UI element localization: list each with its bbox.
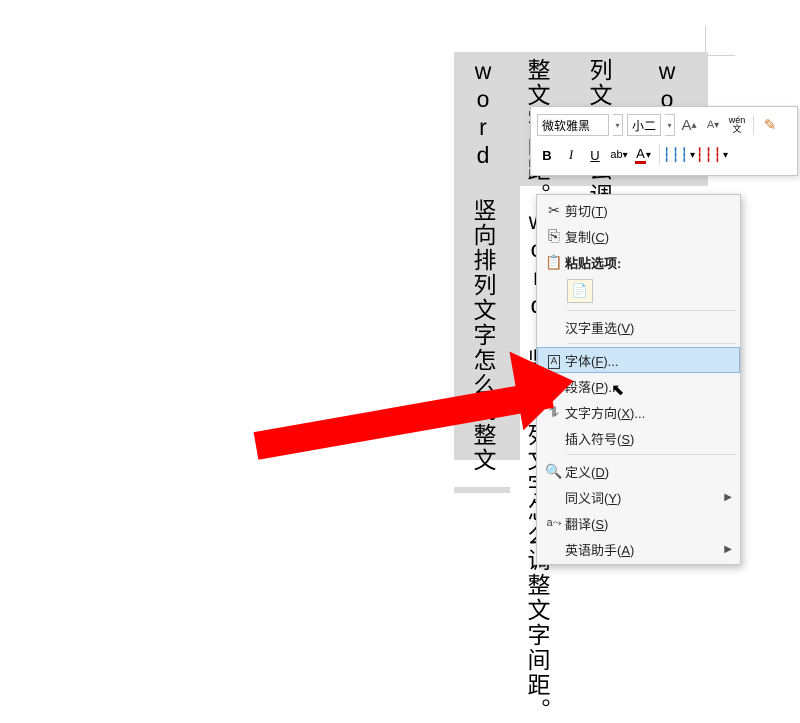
char-spacing-loose-button[interactable]: ┆┆┆ [666, 144, 686, 166]
ctx-cut[interactable]: 剪切(T) [537, 197, 740, 223]
font-size-combo[interactable]: 小二 [627, 114, 661, 136]
scissors-icon [543, 202, 565, 219]
ctx-english-assistant[interactable]: 英语助手(A) ▶ [537, 536, 740, 562]
separator [567, 454, 736, 455]
italic-button[interactable]: I [561, 144, 581, 166]
ctx-translate[interactable]: a⤳ 翻译(S) [537, 510, 740, 536]
submenu-arrow-icon: ▶ [724, 544, 732, 555]
ctx-insert-symbol[interactable]: 插入符号(S) [537, 425, 740, 451]
separator [659, 145, 660, 165]
ctx-copy[interactable]: 复制(C) [537, 223, 740, 249]
submenu-arrow-icon: ▶ [724, 492, 732, 503]
font-color-button[interactable]: A▾ [633, 144, 653, 166]
format-painter-button[interactable]: ✎ [760, 114, 780, 136]
ctx-synonym[interactable]: 同义词(Y) ▶ [537, 484, 740, 510]
separator [567, 310, 736, 311]
ctx-hanzi-reselect[interactable]: 汉字重选(V) [537, 314, 740, 340]
copy-icon [543, 228, 565, 245]
phonetic-guide-button[interactable]: wén 文 [727, 114, 747, 136]
separator [567, 343, 736, 344]
highlight-button[interactable]: ab▾ [609, 144, 629, 166]
clipboard-icon: 📋 [543, 254, 565, 271]
bold-button[interactable]: B [537, 144, 557, 166]
ctx-define[interactable]: 🔍 定义(D) [537, 458, 740, 484]
font-name-dropdown-icon[interactable]: ▾ [613, 114, 623, 136]
separator [753, 115, 754, 135]
grow-font-button[interactable]: A▴ [679, 114, 699, 136]
underline-button[interactable]: U [585, 144, 605, 166]
paste-keep-source-button[interactable]: 📄 [567, 279, 593, 303]
selection-block [454, 487, 510, 493]
magnifier-icon: 🔍 [543, 463, 565, 480]
mini-format-toolbar: 微软雅黑 ▾ 小二 ▾ A▴ A▾ wén 文 ✎ B I U ab▾ A▾ ┆… [530, 106, 798, 176]
font-name-combo[interactable]: 微软雅黑 [537, 114, 609, 136]
ctx-paste-header: 📋 粘贴选项: [537, 249, 740, 275]
font-size-dropdown-icon[interactable]: ▾ [665, 114, 675, 136]
char-spacing-tight-button[interactable]: ┆┆┆ [699, 144, 719, 166]
page-margin-corner [705, 26, 735, 56]
translate-icon: a⤳ [543, 517, 565, 530]
shrink-font-button[interactable]: A▾ [703, 114, 723, 136]
